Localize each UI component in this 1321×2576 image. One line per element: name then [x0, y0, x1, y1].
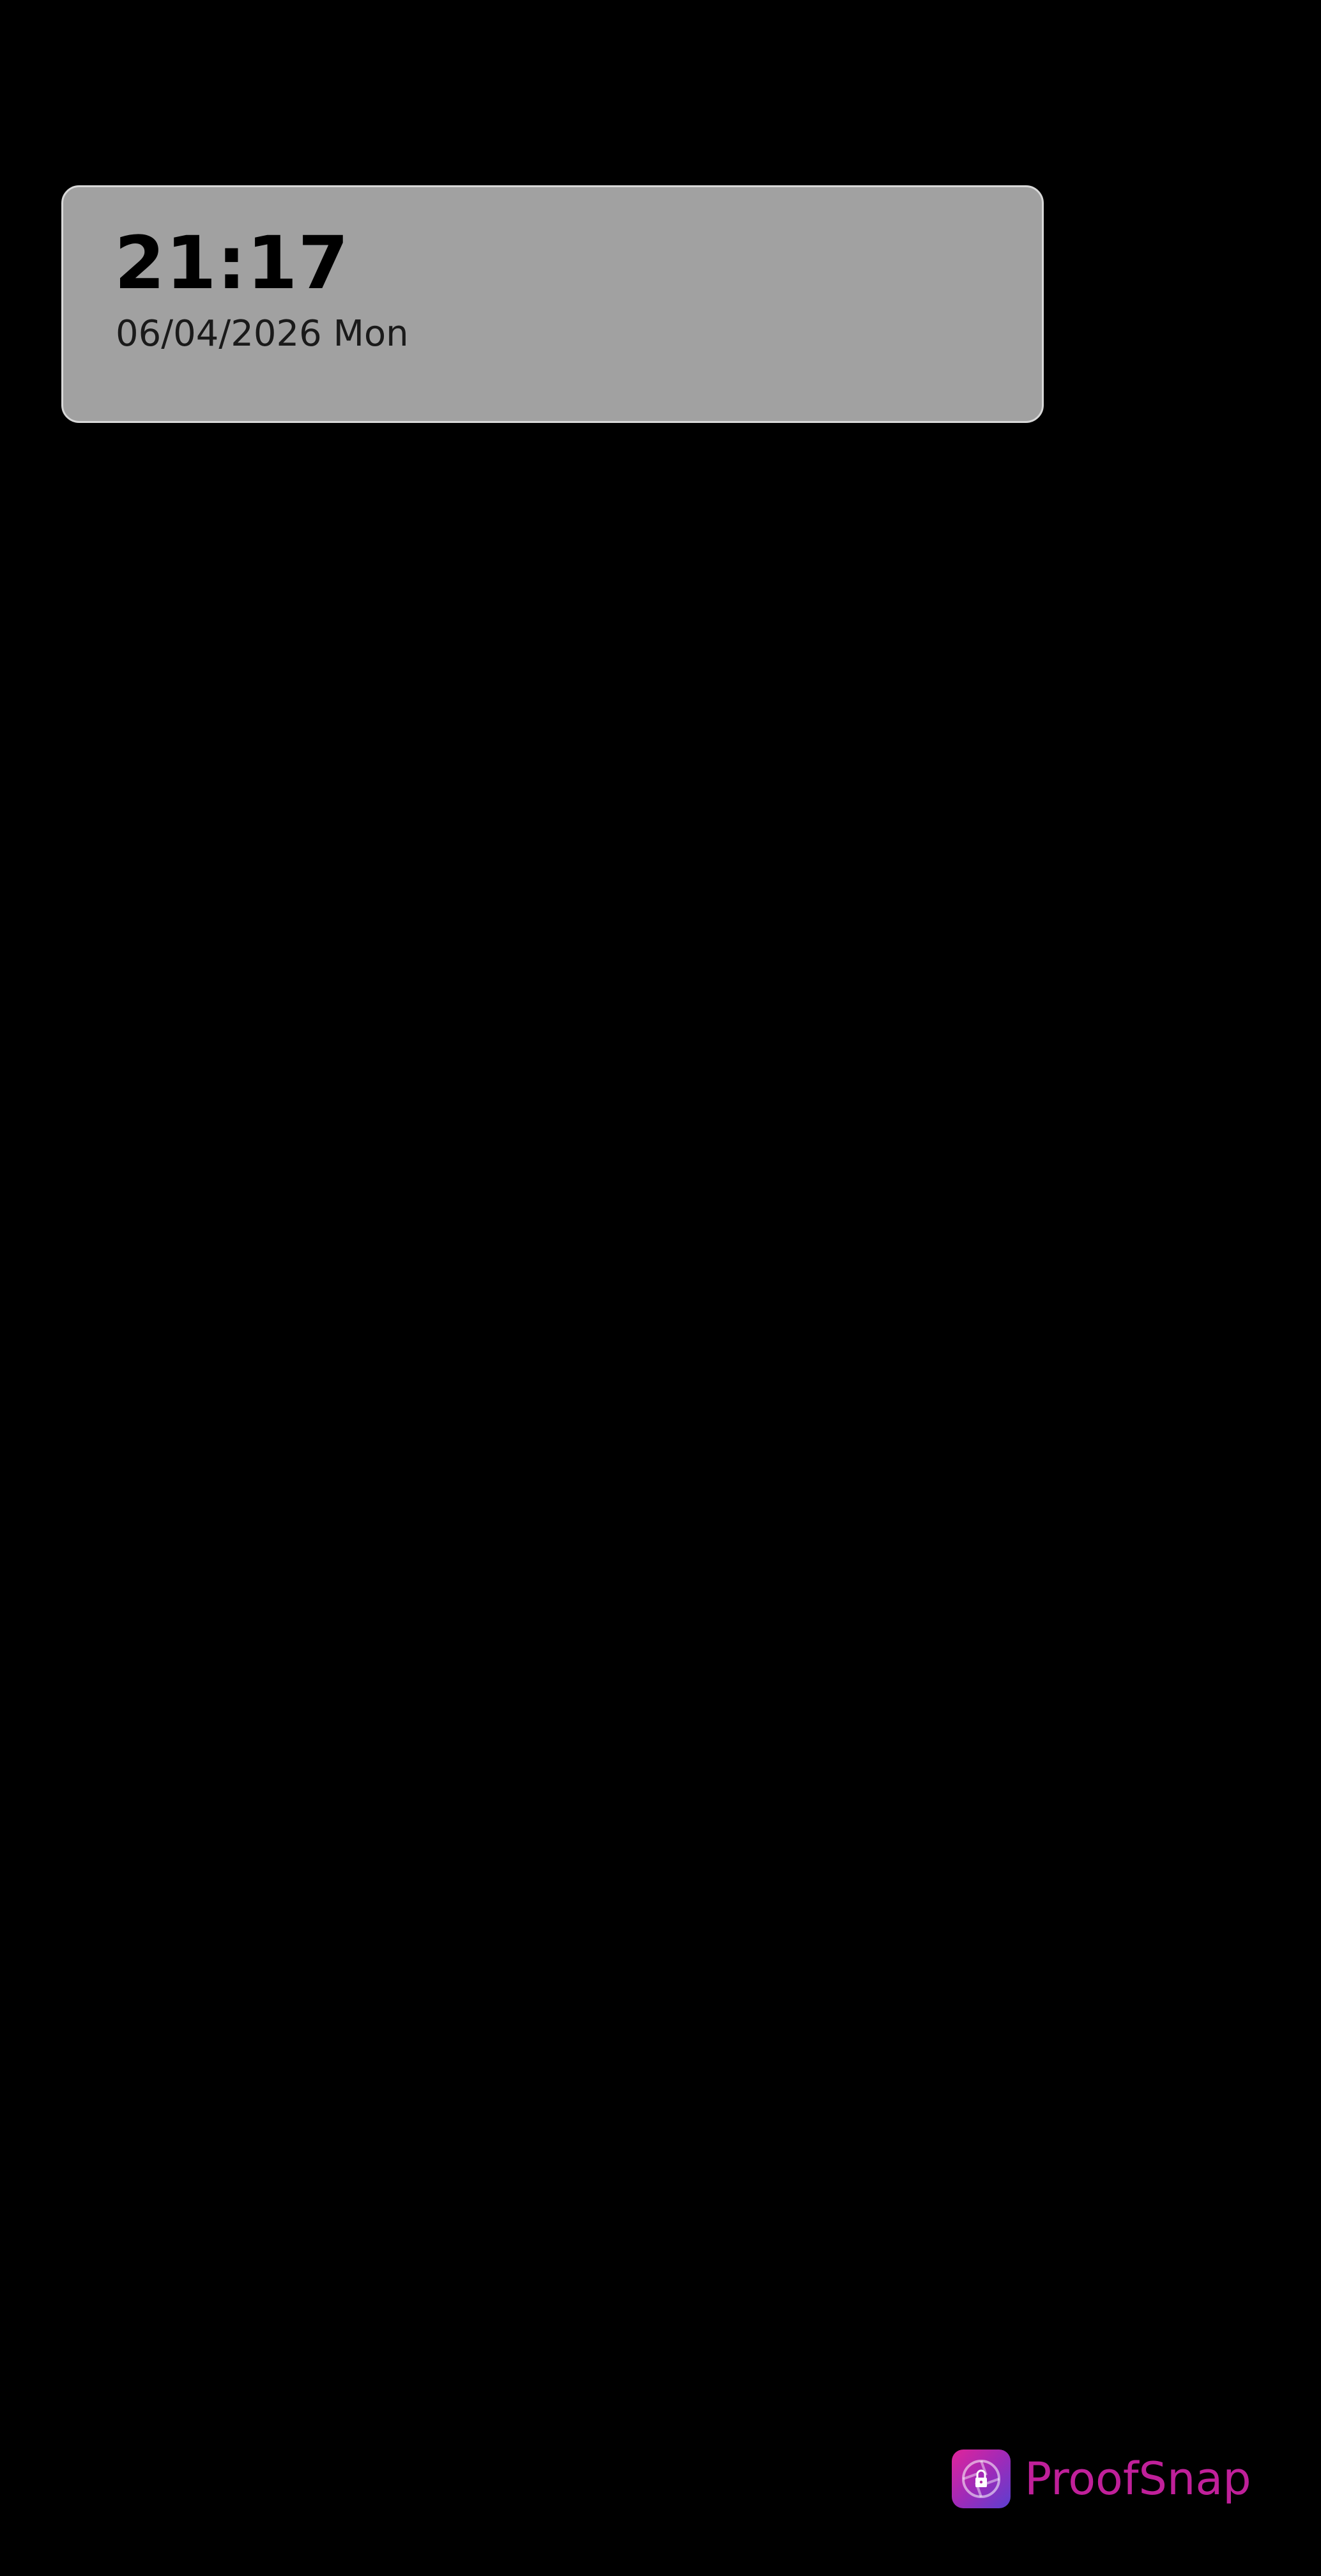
- proofsnap-lock-icon: [952, 2450, 1011, 2508]
- proofsnap-brand-label: ProofSnap: [1025, 2453, 1251, 2505]
- proofsnap-watermark: ProofSnap: [952, 2448, 1251, 2510]
- time-label: 21:17: [114, 220, 349, 305]
- timestamp-card: 21:17 06/04/2026 Mon: [61, 185, 1044, 423]
- date-label: 06/04/2026 Mon: [116, 313, 409, 355]
- screen: 21:17 06/04/2026 Mon ProofSnap: [0, 0, 1321, 2576]
